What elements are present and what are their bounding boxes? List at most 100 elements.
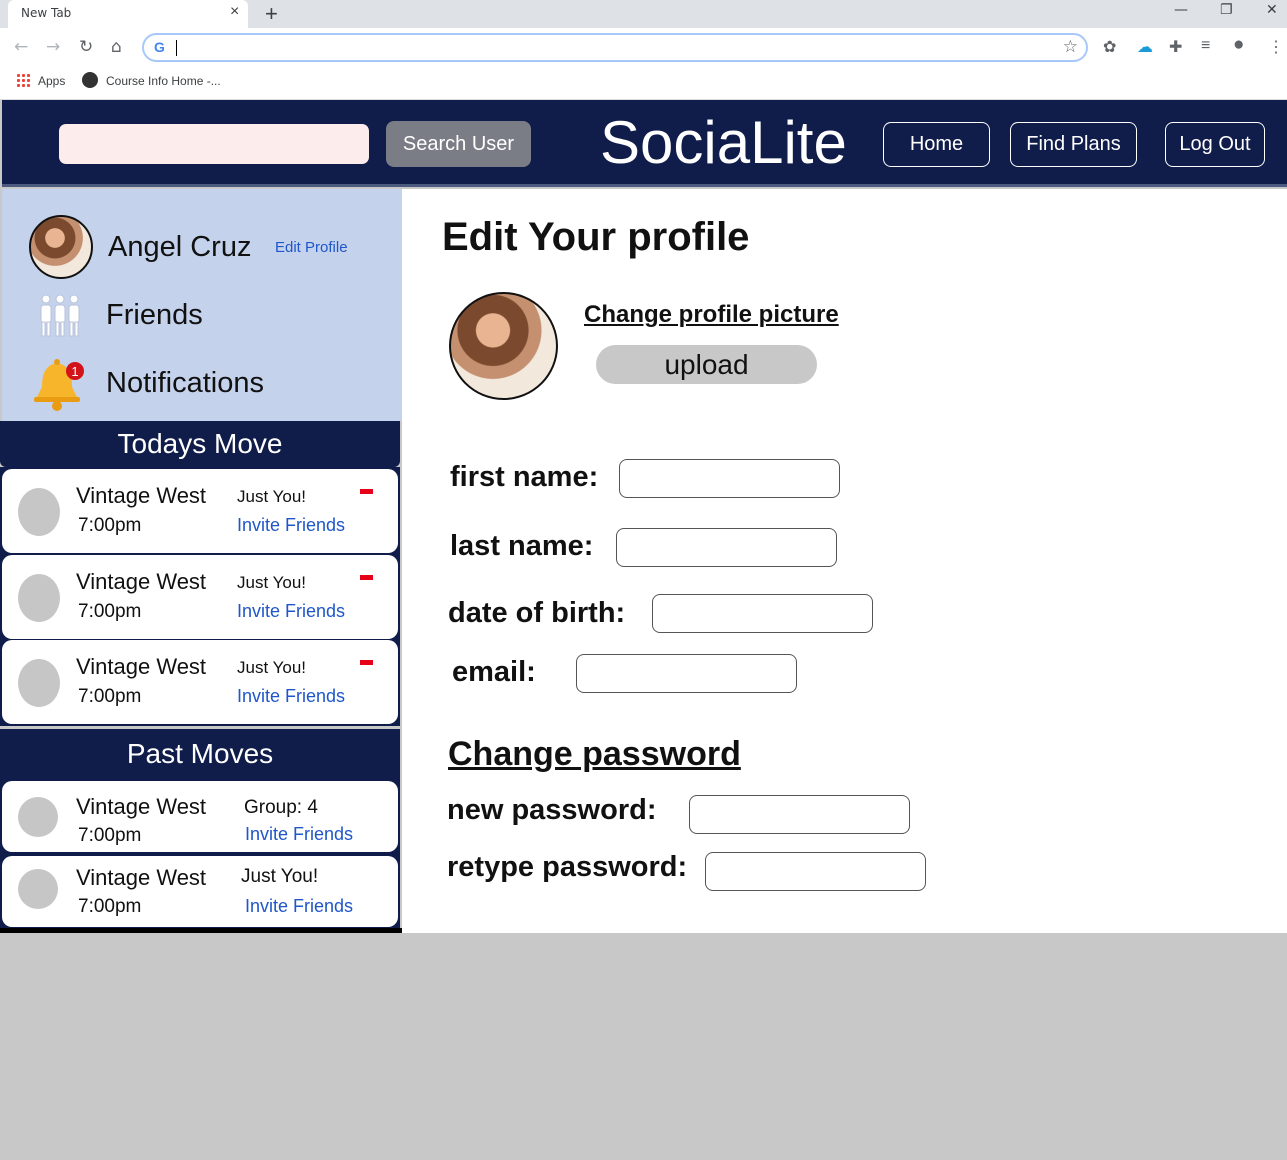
bookmark-star-icon[interactable]: ☆ xyxy=(1063,37,1078,57)
address-bar[interactable]: G ☆ xyxy=(142,33,1088,62)
close-window-icon[interactable]: ✕ xyxy=(1266,2,1278,18)
move-card[interactable]: Vintage West 7:00pm Group: 4 Invite Frie… xyxy=(2,781,398,852)
remove-move-icon[interactable] xyxy=(360,575,373,580)
move-avatar xyxy=(18,869,58,909)
cloud-extension-icon[interactable]: ☁ xyxy=(1137,37,1153,57)
puzzle-icon[interactable]: ✚ xyxy=(1169,37,1182,57)
move-card[interactable]: Vintage West 7:00pm Just You! Invite Fri… xyxy=(2,469,398,553)
restore-icon[interactable]: ❐ xyxy=(1220,2,1233,18)
email-label: email: xyxy=(452,656,536,688)
move-time: 7:00pm xyxy=(78,825,142,846)
page-title: Edit Your profile xyxy=(442,215,750,259)
new-password-field[interactable] xyxy=(689,795,910,834)
sidebar-bottom-border xyxy=(0,928,402,933)
menu-icon[interactable]: ⋮ xyxy=(1268,37,1284,57)
notifications-link[interactable]: Notifications xyxy=(106,367,264,400)
todays-move-header: Todays Move xyxy=(0,421,400,467)
move-participants: Group: 4 xyxy=(244,797,318,818)
profile-icon[interactable]: ● xyxy=(1233,34,1244,56)
move-avatar xyxy=(18,797,58,837)
home-icon[interactable]: ⌂ xyxy=(111,37,122,57)
move-card[interactable]: Vintage West 7:00pm Just You! Invite Fri… xyxy=(2,640,398,724)
media-icon[interactable]: ≡ xyxy=(1201,37,1210,55)
change-profile-picture-link[interactable]: Change profile picture xyxy=(584,301,839,329)
back-icon[interactable]: ← xyxy=(14,37,28,57)
move-time: 7:00pm xyxy=(78,515,142,536)
move-place: Vintage West xyxy=(76,865,207,890)
bookmarks-bar: Apps Course Info Home -... xyxy=(0,68,1287,100)
app-header: Search User SociaLite Home Find Plans Lo… xyxy=(2,100,1287,187)
last-name-label: last name: xyxy=(450,530,594,562)
text-caret xyxy=(176,40,177,56)
move-place: Vintage West xyxy=(76,569,207,594)
minimize-icon[interactable]: — xyxy=(1174,2,1188,18)
user-name[interactable]: Angel Cruz xyxy=(108,231,251,264)
friends-icon[interactable] xyxy=(36,293,84,337)
move-time: 7:00pm xyxy=(78,601,142,622)
move-time: 7:00pm xyxy=(78,686,142,707)
move-time: 7:00pm xyxy=(78,896,142,917)
move-participants: Just You! xyxy=(237,487,307,506)
edit-profile-link[interactable]: Edit Profile xyxy=(275,239,348,256)
past-moves-header: Past Moves xyxy=(0,729,400,779)
change-password-heading[interactable]: Change password xyxy=(448,735,741,774)
bell-icon[interactable]: 1 xyxy=(32,357,86,413)
browser-toolbar: ← → ↻ ⌂ G ☆ ✿ ☁ ✚ ≡ ● ⋮ xyxy=(0,28,1287,68)
move-place: Vintage West xyxy=(76,794,207,819)
move-avatar xyxy=(18,659,60,707)
move-avatar xyxy=(18,488,60,536)
dob-label: date of birth: xyxy=(448,597,626,629)
nav-home-button[interactable]: Home xyxy=(883,122,990,167)
sidebar-profile-panel: Angel Cruz Edit Profile Friends 1 Notifi… xyxy=(2,189,402,421)
move-place: Vintage West xyxy=(76,654,207,679)
reload-icon[interactable]: ↻ xyxy=(79,37,93,57)
invite-friends-link[interactable]: Invite Friends xyxy=(237,601,345,622)
edit-profile-panel: Edit Your profile Change profile picture… xyxy=(402,189,1287,933)
invite-friends-link[interactable]: Invite Friends xyxy=(245,896,353,917)
past-moves-list: Vintage West 7:00pm Group: 4 Invite Frie… xyxy=(0,779,400,930)
forward-icon[interactable]: → xyxy=(46,37,60,57)
profile-picture xyxy=(449,292,558,400)
friends-link[interactable]: Friends xyxy=(106,299,203,332)
extension-icon[interactable]: ✿ xyxy=(1103,37,1116,57)
course-favicon-icon xyxy=(82,72,98,88)
notification-badge: 1 xyxy=(71,364,78,379)
nav-find-plans-button[interactable]: Find Plans xyxy=(1010,122,1137,167)
new-password-label: new password: xyxy=(447,794,657,826)
move-card[interactable]: Vintage West 7:00pm Just You! Invite Fri… xyxy=(2,555,398,639)
retype-password-field[interactable] xyxy=(705,852,926,891)
first-name-field[interactable] xyxy=(619,459,840,498)
search-user-button[interactable]: Search User xyxy=(386,121,531,167)
browser-tab-bar: New Tab × + — ❐ ✕ xyxy=(0,0,1287,28)
invite-friends-link[interactable]: Invite Friends xyxy=(237,686,345,707)
retype-password-label: retype password: xyxy=(447,851,688,883)
google-icon: G xyxy=(154,39,165,55)
new-tab-icon[interactable]: + xyxy=(265,1,278,27)
move-participants: Just You! xyxy=(241,866,319,887)
browser-tab[interactable]: New Tab × xyxy=(8,0,248,28)
dob-field[interactable] xyxy=(652,594,873,633)
last-name-field[interactable] xyxy=(616,528,837,567)
invite-friends-link[interactable]: Invite Friends xyxy=(245,824,353,845)
upload-button[interactable]: upload xyxy=(596,345,817,384)
apps-grid-icon[interactable] xyxy=(16,73,30,87)
email-field[interactable] xyxy=(576,654,797,693)
tab-title: New Tab xyxy=(21,6,72,20)
bookmark-course-info[interactable]: Course Info Home -... xyxy=(106,74,221,88)
remove-move-icon[interactable] xyxy=(360,489,373,494)
tab-close-icon[interactable]: × xyxy=(230,3,239,21)
remove-move-icon[interactable] xyxy=(360,660,373,665)
search-input[interactable] xyxy=(59,124,369,164)
invite-friends-link[interactable]: Invite Friends xyxy=(237,515,345,536)
bookmark-apps[interactable]: Apps xyxy=(38,74,65,88)
move-card[interactable]: Vintage West 7:00pm Just You! Invite Fri… xyxy=(2,856,398,927)
nav-log-out-button[interactable]: Log Out xyxy=(1165,122,1265,167)
first-name-label: first name: xyxy=(450,461,599,493)
move-place: Vintage West xyxy=(76,483,207,508)
move-avatar xyxy=(18,574,60,622)
brand-logo: SociaLite xyxy=(600,109,847,176)
move-participants: Just You! xyxy=(237,658,307,677)
todays-move-list: Vintage West 7:00pm Just You! Invite Fri… xyxy=(0,467,400,726)
move-participants: Just You! xyxy=(237,573,307,592)
user-avatar[interactable] xyxy=(29,215,93,279)
